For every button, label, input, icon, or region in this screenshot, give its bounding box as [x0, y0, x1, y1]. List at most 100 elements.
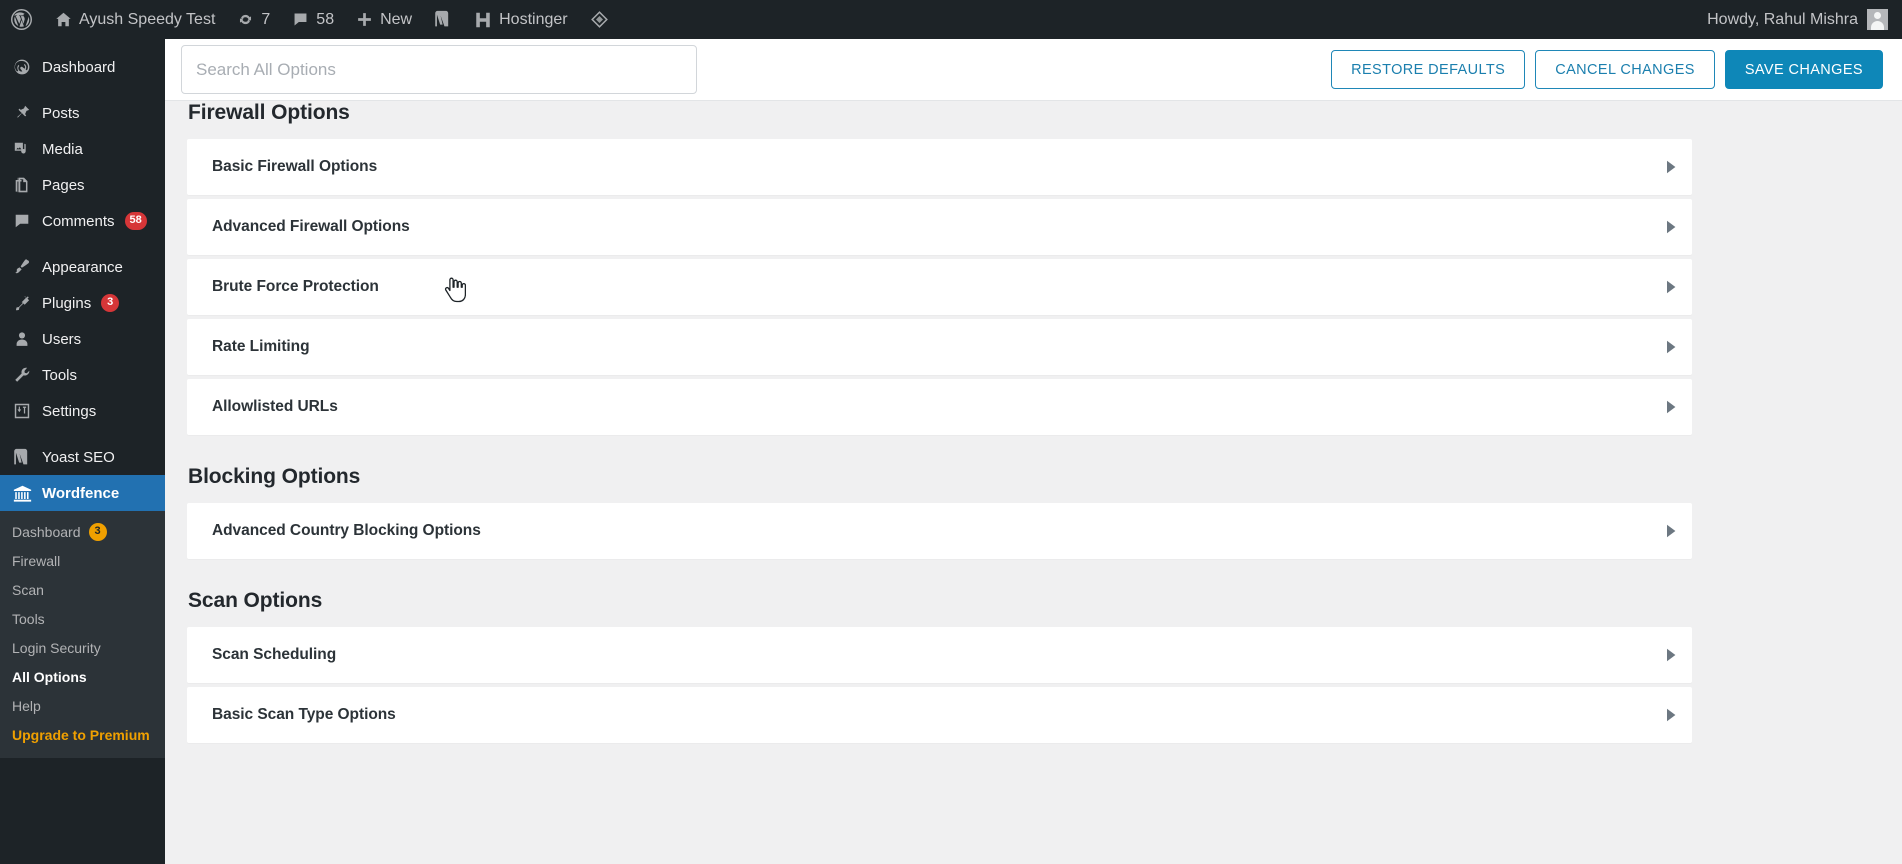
- greeting-label: Howdy, Rahul Mishra: [1707, 10, 1858, 28]
- diamond-plugin-button[interactable]: [579, 0, 620, 39]
- submenu-item-firewall[interactable]: Firewall: [0, 547, 165, 576]
- wordfence-icon: [12, 483, 32, 503]
- comments-count-badge: 58: [124, 212, 147, 230]
- wordfence-submenu: Dashboard 3 Firewall Scan Tools Login Se…: [0, 511, 165, 758]
- users-icon: [12, 329, 32, 349]
- sidebar-item-pages[interactable]: Pages: [0, 167, 165, 203]
- dashboard-gauge-icon: [12, 57, 32, 77]
- site-name-button[interactable]: Ayush Speedy Test: [44, 0, 226, 39]
- updates-icon: [237, 11, 254, 28]
- option-row-basic-firewall-options[interactable]: Basic Firewall Options: [187, 139, 1692, 195]
- option-row-label: Advanced Firewall Options: [212, 218, 410, 235]
- chevron-right-icon[interactable]: [1664, 399, 1678, 415]
- option-row-label: Basic Scan Type Options: [212, 706, 396, 723]
- home-icon: [55, 11, 72, 28]
- submenu-item-tools[interactable]: Tools: [0, 605, 165, 634]
- sidebar-item-settings[interactable]: Settings: [0, 393, 165, 429]
- chevron-right-icon[interactable]: [1664, 647, 1678, 663]
- sidebar-item-label: Pages: [42, 176, 85, 194]
- sidebar-item-wordfence[interactable]: Wordfence: [0, 475, 165, 511]
- media-icon: [12, 139, 32, 159]
- sidebar-item-label: Users: [42, 330, 82, 348]
- submenu-item-help[interactable]: Help: [0, 692, 165, 721]
- cancel-changes-button[interactable]: CANCEL CHANGES: [1535, 50, 1715, 89]
- sidebar-item-posts[interactable]: Posts: [0, 95, 165, 131]
- submenu-item-scan[interactable]: Scan: [0, 576, 165, 605]
- chevron-right-icon[interactable]: [1664, 159, 1678, 175]
- pages-icon: [12, 175, 32, 195]
- options-scroll-region[interactable]: Firewall Options Basic Firewall Options …: [165, 101, 1902, 864]
- wordpress-logo-button[interactable]: [0, 0, 44, 39]
- sidebar-item-label: Tools: [42, 366, 78, 384]
- admin-bar: Ayush Speedy Test 7 58 New Hostinger How…: [0, 0, 1902, 39]
- submenu-item-login-security[interactable]: Login Security: [0, 634, 165, 663]
- hostinger-icon: [474, 11, 492, 29]
- submenu-item-label: Tools: [12, 611, 45, 627]
- hostinger-button[interactable]: Hostinger: [463, 0, 578, 39]
- option-row-scan-scheduling[interactable]: Scan Scheduling: [187, 627, 1692, 683]
- sidebar-item-label: Dashboard: [42, 58, 116, 76]
- option-row-label: Scan Scheduling: [212, 646, 337, 663]
- plugins-count-badge: 3: [101, 294, 120, 312]
- options-list: Firewall Options Basic Firewall Options …: [165, 101, 1902, 743]
- option-row-rate-limiting[interactable]: Rate Limiting: [187, 319, 1692, 375]
- yoast-seo-button[interactable]: [423, 0, 463, 39]
- chevron-right-icon[interactable]: [1664, 523, 1678, 539]
- chevron-right-icon[interactable]: [1664, 707, 1678, 723]
- sidebar-item-tools[interactable]: Tools: [0, 357, 165, 393]
- my-account-button[interactable]: Howdy, Rahul Mishra: [1696, 0, 1902, 39]
- option-row-label: Brute Force Protection: [212, 278, 379, 295]
- option-row-brute-force-protection[interactable]: Brute Force Protection: [187, 259, 1692, 315]
- submenu-item-label: All Options: [12, 669, 87, 685]
- chevron-right-icon[interactable]: [1664, 279, 1678, 295]
- option-row-label: Rate Limiting: [212, 338, 310, 355]
- admin-sidebar: Dashboard Posts Media Pages Comments 58 …: [0, 39, 165, 864]
- sidebar-item-label: Media: [42, 140, 83, 158]
- option-row-advanced-firewall-options[interactable]: Advanced Firewall Options: [187, 199, 1692, 255]
- hostinger-label: Hostinger: [499, 10, 568, 28]
- search-input[interactable]: [181, 45, 697, 94]
- comments-count: 58: [316, 10, 335, 28]
- sidebar-item-appearance[interactable]: Appearance: [0, 249, 165, 285]
- submenu-item-label: Dashboard: [12, 523, 81, 540]
- content-area: RESTORE DEFAULTS CANCEL CHANGES SAVE CHA…: [165, 39, 1902, 864]
- option-row-basic-scan-type-options[interactable]: Basic Scan Type Options: [187, 687, 1692, 743]
- sidebar-item-media[interactable]: Media: [0, 131, 165, 167]
- sidebar-item-label: Settings: [42, 402, 97, 420]
- section-title-firewall-options: Firewall Options: [188, 101, 350, 124]
- option-row-allowlisted-urls[interactable]: Allowlisted URLs: [187, 379, 1692, 435]
- sidebar-item-comments[interactable]: Comments 58: [0, 203, 165, 239]
- submenu-item-dashboard[interactable]: Dashboard 3: [0, 517, 165, 547]
- chevron-right-icon[interactable]: [1664, 339, 1678, 355]
- new-content-button[interactable]: New: [345, 0, 423, 39]
- updates-button[interactable]: 7: [226, 0, 281, 39]
- comment-bubble-icon: [12, 211, 32, 231]
- sidebar-item-dashboard[interactable]: Dashboard: [0, 49, 165, 85]
- option-row-advanced-country-blocking-options[interactable]: Advanced Country Blocking Options: [187, 503, 1692, 559]
- comments-button[interactable]: 58: [281, 0, 345, 39]
- comment-bubble-icon: [292, 11, 309, 28]
- updates-count: 7: [261, 10, 271, 28]
- section-title-blocking-options: Blocking Options: [188, 465, 361, 488]
- diamond-icon: [590, 10, 609, 29]
- pin-icon: [12, 103, 32, 123]
- submenu-item-upgrade-to-premium[interactable]: Upgrade to Premium: [0, 721, 165, 750]
- settings-sliders-icon: [12, 401, 32, 421]
- submenu-item-label: Firewall: [12, 553, 61, 569]
- chevron-right-icon[interactable]: [1664, 219, 1678, 235]
- submenu-item-all-options[interactable]: All Options: [0, 663, 165, 692]
- save-changes-button[interactable]: SAVE CHANGES: [1724, 50, 1883, 89]
- sidebar-item-label: Yoast SEO: [42, 448, 115, 466]
- sidebar-item-users[interactable]: Users: [0, 321, 165, 357]
- submenu-item-label: Login Security: [12, 640, 101, 656]
- restore-defaults-button[interactable]: RESTORE DEFAULTS: [1331, 50, 1526, 89]
- new-content-label: New: [380, 10, 413, 28]
- submenu-dashboard-badge: 3: [88, 523, 107, 541]
- sidebar-item-yoast-seo[interactable]: Yoast SEO: [0, 439, 165, 475]
- wordpress-logo-icon: [11, 9, 32, 30]
- sidebar-item-plugins[interactable]: Plugins 3: [0, 285, 165, 321]
- plugins-plug-icon: [12, 293, 32, 313]
- section-title-scan-options: Scan Options: [188, 589, 323, 612]
